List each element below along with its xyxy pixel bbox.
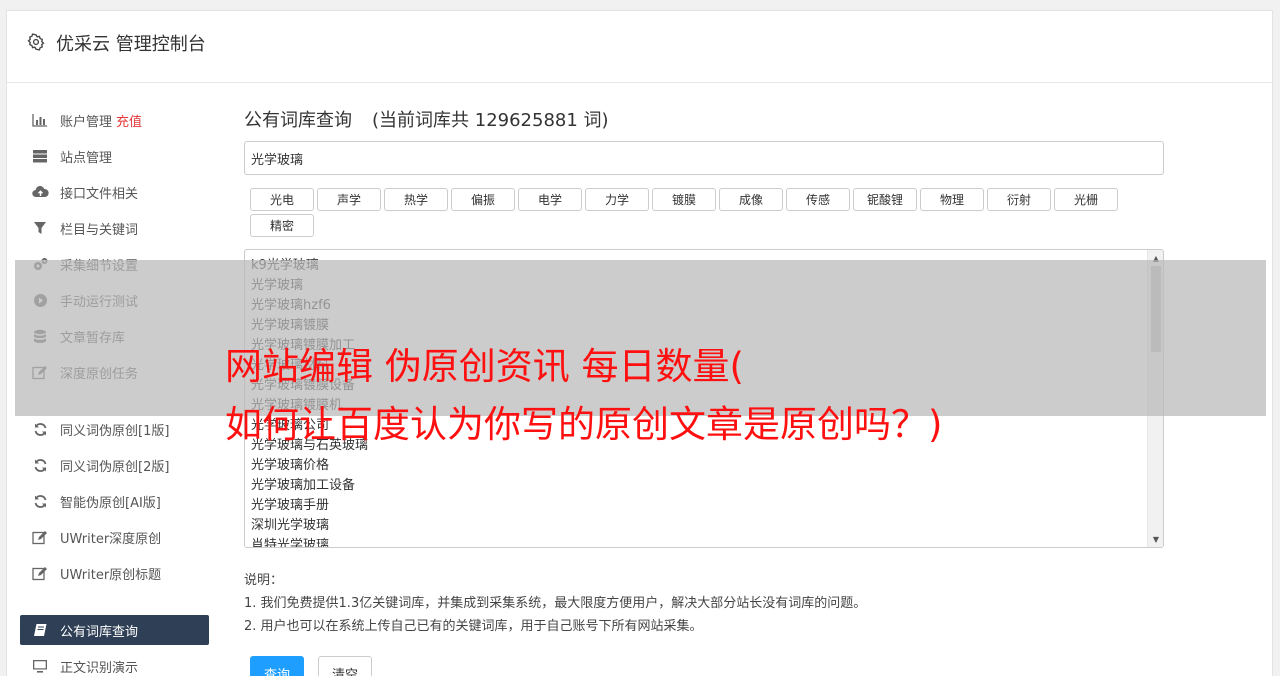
- panel-header: 优采云 管理控制台: [7, 11, 1272, 83]
- sidebar-item-10[interactable]: 智能伪原创[AI版]: [20, 486, 209, 516]
- page-title-text: 公有词库查询: [244, 110, 352, 131]
- sidebar-item-2[interactable]: 接口文件相关: [20, 177, 209, 207]
- sidebar-item-label: 栏目与关键词: [60, 222, 139, 238]
- tag-button[interactable]: 声学: [317, 188, 381, 211]
- sidebar-item-12[interactable]: UWriter原创标题: [20, 558, 209, 588]
- bar-chart-icon: [31, 112, 49, 128]
- list-item[interactable]: 深圳光学玻璃: [251, 516, 1141, 536]
- sidebar-item-1[interactable]: 站点管理: [20, 141, 209, 171]
- edit-icon: [31, 529, 49, 545]
- tag-button[interactable]: 精密: [250, 214, 314, 237]
- sidebar-item-label: UWriter深度原创: [60, 531, 162, 547]
- tag-button[interactable]: 电学: [518, 188, 582, 211]
- notes-line-1: 1. 我们免费提供1.3亿关键词库，并集成到采集系统，最大限度方便用户，解决大部…: [244, 596, 867, 611]
- sidebar-item-3[interactable]: 栏目与关键词: [20, 213, 209, 243]
- sidebar-item-label: 站点管理: [60, 150, 113, 166]
- notes-heading: 说明：: [244, 573, 284, 588]
- sidebar-item-label: 公有词库查询: [60, 624, 139, 640]
- overlay-banner-text: 网站编辑 伪原创资讯 每日数量( 如何让百度认为你写的原创文章是原创吗？): [225, 338, 942, 454]
- lexicon-count: (当前词库共 129625881 词): [372, 110, 609, 131]
- tag-button[interactable]: 衍射: [987, 188, 1051, 211]
- tag-button[interactable]: 光栅: [1054, 188, 1118, 211]
- sidebar-item-label: 正文识别演示: [60, 660, 139, 676]
- sidebar-item-8[interactable]: 同义词伪原创[1版]: [20, 414, 209, 444]
- sidebar-item-9[interactable]: 同义词伪原创[2版]: [20, 450, 209, 480]
- list-item[interactable]: 肖特光学玻璃: [251, 536, 1141, 547]
- sidebar-item-label: 账户管理: [60, 114, 113, 130]
- tag-button[interactable]: 铌酸锂: [853, 188, 917, 211]
- tag-button[interactable]: 偏振: [451, 188, 515, 211]
- refresh-icon: [31, 493, 49, 509]
- sidebar-item-label: 同义词伪原创[1版]: [60, 423, 170, 439]
- sidebar-item-11[interactable]: UWriter深度原创: [20, 522, 209, 552]
- refresh-icon: [31, 421, 49, 437]
- sidebar-item-14[interactable]: 正文识别演示: [20, 651, 209, 676]
- server-icon: [31, 148, 49, 164]
- edit-icon: [31, 565, 49, 581]
- gear-icon: [27, 33, 45, 51]
- tag-button[interactable]: 热学: [384, 188, 448, 211]
- sidebar-item-0[interactable]: 账户管理 充值: [20, 105, 209, 135]
- keyword-search-input[interactable]: [244, 141, 1164, 175]
- app-title: 优采云 管理控制台: [56, 34, 206, 55]
- list-item[interactable]: 光学玻璃价格: [251, 456, 1141, 476]
- banner-line-1: 网站编辑 伪原创资讯 每日数量(: [225, 345, 744, 388]
- sidebar-item-label: 接口文件相关: [60, 186, 139, 202]
- sidebar-item-label: 同义词伪原创[2版]: [60, 459, 170, 475]
- notes-section: 说明： 1. 我们免费提供1.3亿关键词库，并集成到采集系统，最大限度方便用户，…: [244, 569, 1164, 638]
- page-title: 公有词库查询 (当前词库共 129625881 词): [244, 106, 609, 132]
- filter-icon: [31, 220, 49, 236]
- scroll-down-arrow-icon[interactable]: ▼: [1148, 532, 1163, 546]
- tag-button[interactable]: 物理: [920, 188, 984, 211]
- tag-button[interactable]: 镀膜: [652, 188, 716, 211]
- list-item[interactable]: 光学玻璃加工设备: [251, 476, 1141, 496]
- book-icon: [31, 622, 49, 638]
- tag-button[interactable]: 光电: [250, 188, 314, 211]
- notes-line-2: 2. 用户也可以在系统上传自己已有的关键词库，用于自己账号下所有网站采集。: [244, 619, 703, 634]
- clear-button[interactable]: 清空: [318, 656, 372, 676]
- refresh-icon: [31, 457, 49, 473]
- sidebar-item-label: 智能伪原创[AI版]: [60, 495, 161, 511]
- cloud-upload-icon: [31, 184, 49, 200]
- monitor-icon: [31, 658, 49, 674]
- query-button[interactable]: 查询: [250, 656, 304, 676]
- list-item[interactable]: 光学玻璃手册: [251, 496, 1141, 516]
- recharge-link[interactable]: 充值: [116, 111, 142, 130]
- tag-button[interactable]: 传感: [786, 188, 850, 211]
- sidebar-item-13[interactable]: 公有词库查询: [20, 615, 209, 645]
- tag-button[interactable]: 成像: [719, 188, 783, 211]
- tag-button[interactable]: 力学: [585, 188, 649, 211]
- sidebar-item-label: UWriter原创标题: [60, 567, 162, 583]
- banner-line-2: 如何让百度认为你写的原创文章是原创吗？): [225, 403, 943, 446]
